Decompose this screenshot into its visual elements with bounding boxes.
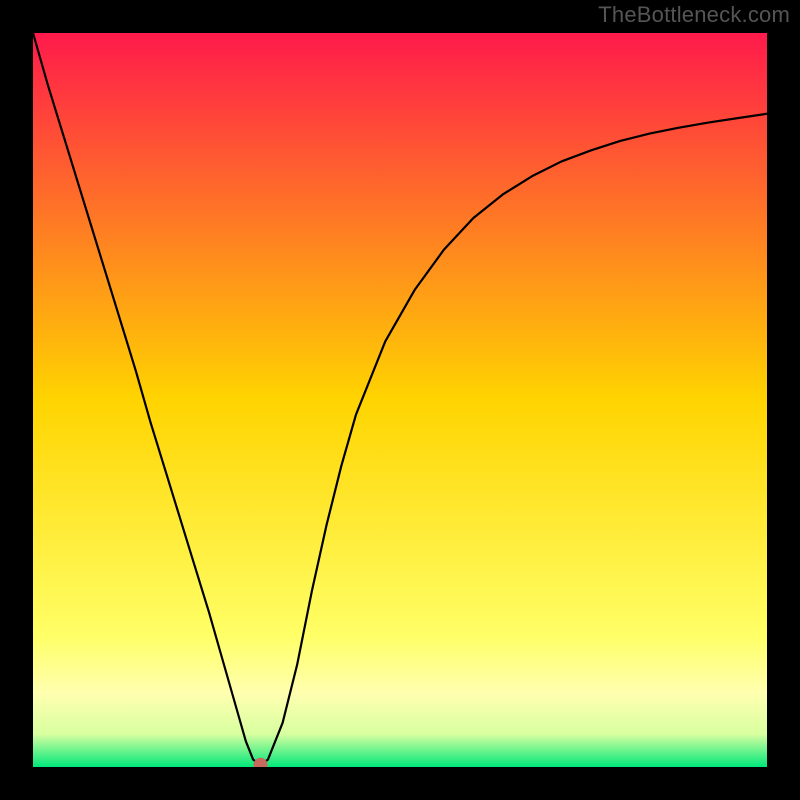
chart-frame: TheBottleneck.com — [0, 0, 800, 800]
plot-area — [33, 33, 767, 767]
watermark-text: TheBottleneck.com — [598, 2, 790, 28]
chart-svg — [33, 33, 767, 767]
